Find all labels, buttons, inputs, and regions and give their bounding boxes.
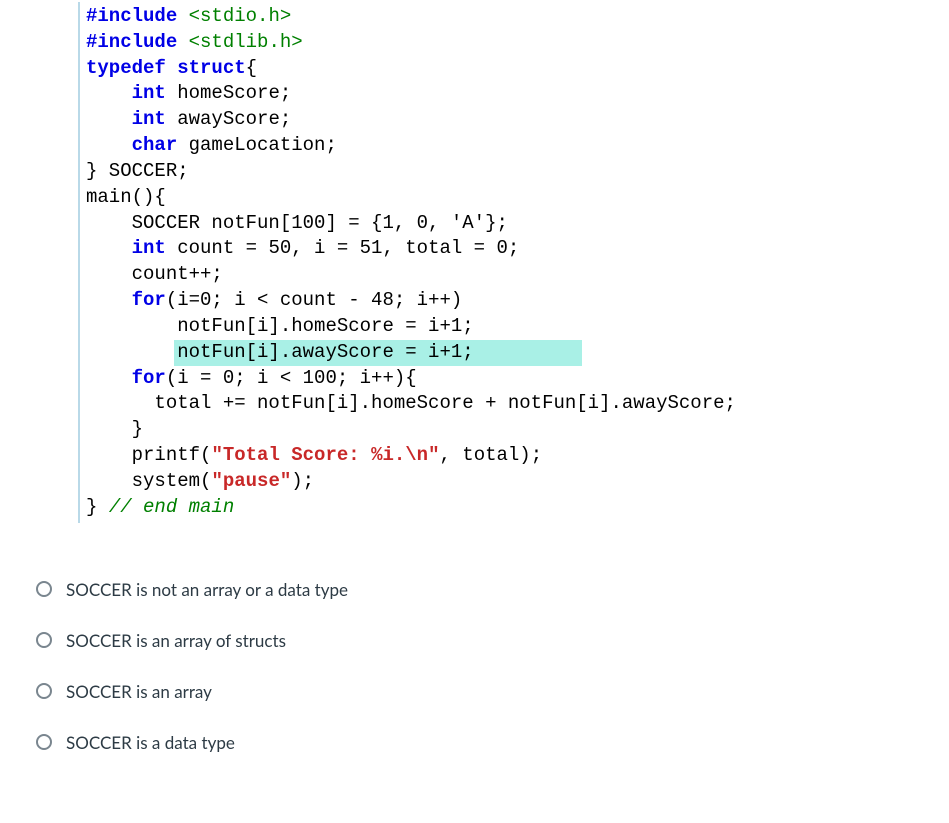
radio-icon[interactable] <box>36 581 52 597</box>
answer-option[interactable]: SOCCER is an array of structs <box>36 630 949 651</box>
code-line: total += notFun[i].homeScore + notFun[i]… <box>86 391 949 417</box>
code-line: notFun[i].awayScore = i+1; <box>86 340 949 366</box>
answer-label: SOCCER is a data type <box>66 732 235 753</box>
code-line: system("pause"); <box>86 469 949 495</box>
code-line: int count = 50, i = 51, total = 0; <box>86 236 949 262</box>
code-line: #include <stdlib.h> <box>86 30 949 56</box>
code-line: SOCCER notFun[100] = {1, 0, 'A'}; <box>86 211 949 237</box>
answer-label: SOCCER is an array <box>66 681 212 702</box>
code-line: } <box>86 417 949 443</box>
answer-label: SOCCER is not an array or a data type <box>66 579 348 600</box>
radio-icon[interactable] <box>36 632 52 648</box>
code-line: notFun[i].homeScore = i+1; <box>86 314 949 340</box>
code-line: count++; <box>86 262 949 288</box>
answer-option[interactable]: SOCCER is not an array or a data type <box>36 579 949 600</box>
radio-icon[interactable] <box>36 734 52 750</box>
answer-list: SOCCER is not an array or a data type SOC… <box>36 579 949 753</box>
code-line: } SOCCER; <box>86 159 949 185</box>
answer-option[interactable]: SOCCER is a data type <box>36 732 949 753</box>
code-line: printf("Total Score: %i.\n", total); <box>86 443 949 469</box>
code-line: char gameLocation; <box>86 133 949 159</box>
code-block: #include <stdio.h>#include <stdlib.h>typ… <box>78 2 949 523</box>
answer-option[interactable]: SOCCER is an array <box>36 681 949 702</box>
code-line: int homeScore; <box>86 81 949 107</box>
radio-icon[interactable] <box>36 683 52 699</box>
code-line: } // end main <box>86 495 949 521</box>
code-line: #include <stdio.h> <box>86 4 949 30</box>
code-line: typedef struct{ <box>86 56 949 82</box>
code-line: main(){ <box>86 185 949 211</box>
code-line: for(i = 0; i < 100; i++){ <box>86 366 949 392</box>
code-line: int awayScore; <box>86 107 949 133</box>
code-line: for(i=0; i < count - 48; i++) <box>86 288 949 314</box>
highlighted-code: notFun[i].awayScore = i+1; <box>174 340 582 366</box>
answer-label: SOCCER is an array of structs <box>66 630 286 651</box>
